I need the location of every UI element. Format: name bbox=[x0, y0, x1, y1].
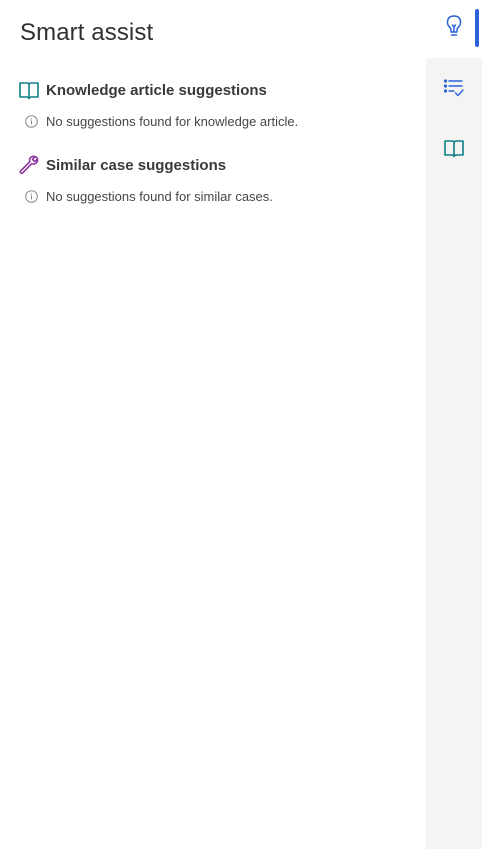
similar-case-header: Similar case suggestions bbox=[18, 153, 418, 177]
similar-case-title: Similar case suggestions bbox=[46, 156, 227, 174]
smart-assist-rail-button[interactable] bbox=[426, 8, 482, 48]
knowledge-article-empty-text: No suggestions found for knowledge artic… bbox=[46, 113, 299, 129]
similar-case-section: Similar case suggestions No suggestions … bbox=[18, 153, 418, 205]
knowledge-article-section: Knowledge article suggestions No suggest… bbox=[18, 78, 418, 130]
knowledge-rail-button[interactable] bbox=[426, 130, 482, 170]
knowledge-article-title: Knowledge article suggestions bbox=[46, 81, 267, 99]
wrench-icon bbox=[18, 154, 40, 176]
knowledge-article-empty-state: No suggestions found for knowledge artic… bbox=[24, 112, 418, 130]
info-icon bbox=[24, 189, 38, 203]
lightbulb-icon bbox=[444, 14, 464, 43]
similar-case-empty-state: No suggestions found for similar cases. bbox=[24, 187, 418, 205]
checklist-icon bbox=[443, 78, 465, 103]
book-icon bbox=[443, 138, 465, 163]
similar-case-empty-text: No suggestions found for similar cases. bbox=[46, 188, 273, 204]
book-icon bbox=[18, 79, 40, 101]
checklist-rail-button[interactable] bbox=[426, 70, 482, 110]
info-icon bbox=[24, 114, 38, 128]
knowledge-article-header: Knowledge article suggestions bbox=[18, 78, 418, 102]
smart-assist-panel: Smart assist Knowledge article suggestio… bbox=[0, 0, 426, 849]
selected-tab-indicator bbox=[475, 9, 479, 47]
panel-title: Smart assist bbox=[20, 19, 154, 46]
side-rail bbox=[426, 0, 485, 849]
